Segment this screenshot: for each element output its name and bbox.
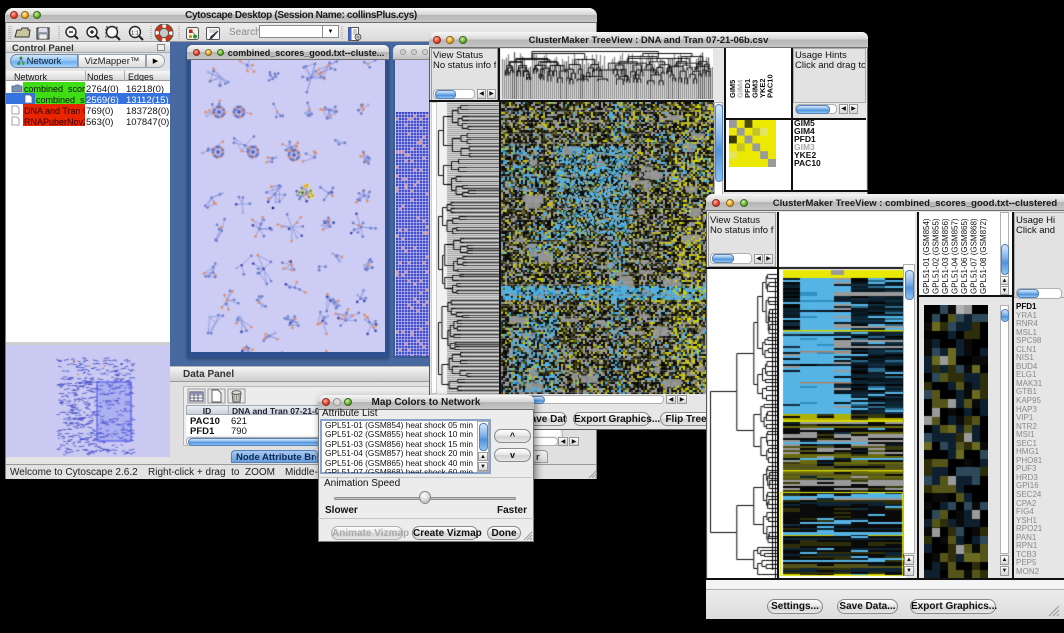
svg-text:1:1: 1:1: [131, 31, 139, 37]
svg-text:GPL51-04 (GSM857): GPL51-04 (GSM857): [951, 218, 960, 294]
svg-text:GPL51-06 (GSM865): GPL51-06 (GSM865): [960, 218, 969, 294]
svg-text:GPL51-02 (GSM855): GPL51-02 (GSM855): [932, 218, 941, 294]
svg-text:GPL51-01 (GSM854): GPL51-01 (GSM854): [922, 218, 931, 294]
svg-text:GPL51-07 (GSM868): GPL51-07 (GSM868): [970, 218, 979, 294]
svg-text:GPL51-03 (GSM856): GPL51-03 (GSM856): [941, 218, 950, 294]
svg-text:GPL51-08 (GSM872): GPL51-08 (GSM872): [979, 218, 988, 294]
svg-text:PAC10: PAC10: [766, 74, 775, 98]
